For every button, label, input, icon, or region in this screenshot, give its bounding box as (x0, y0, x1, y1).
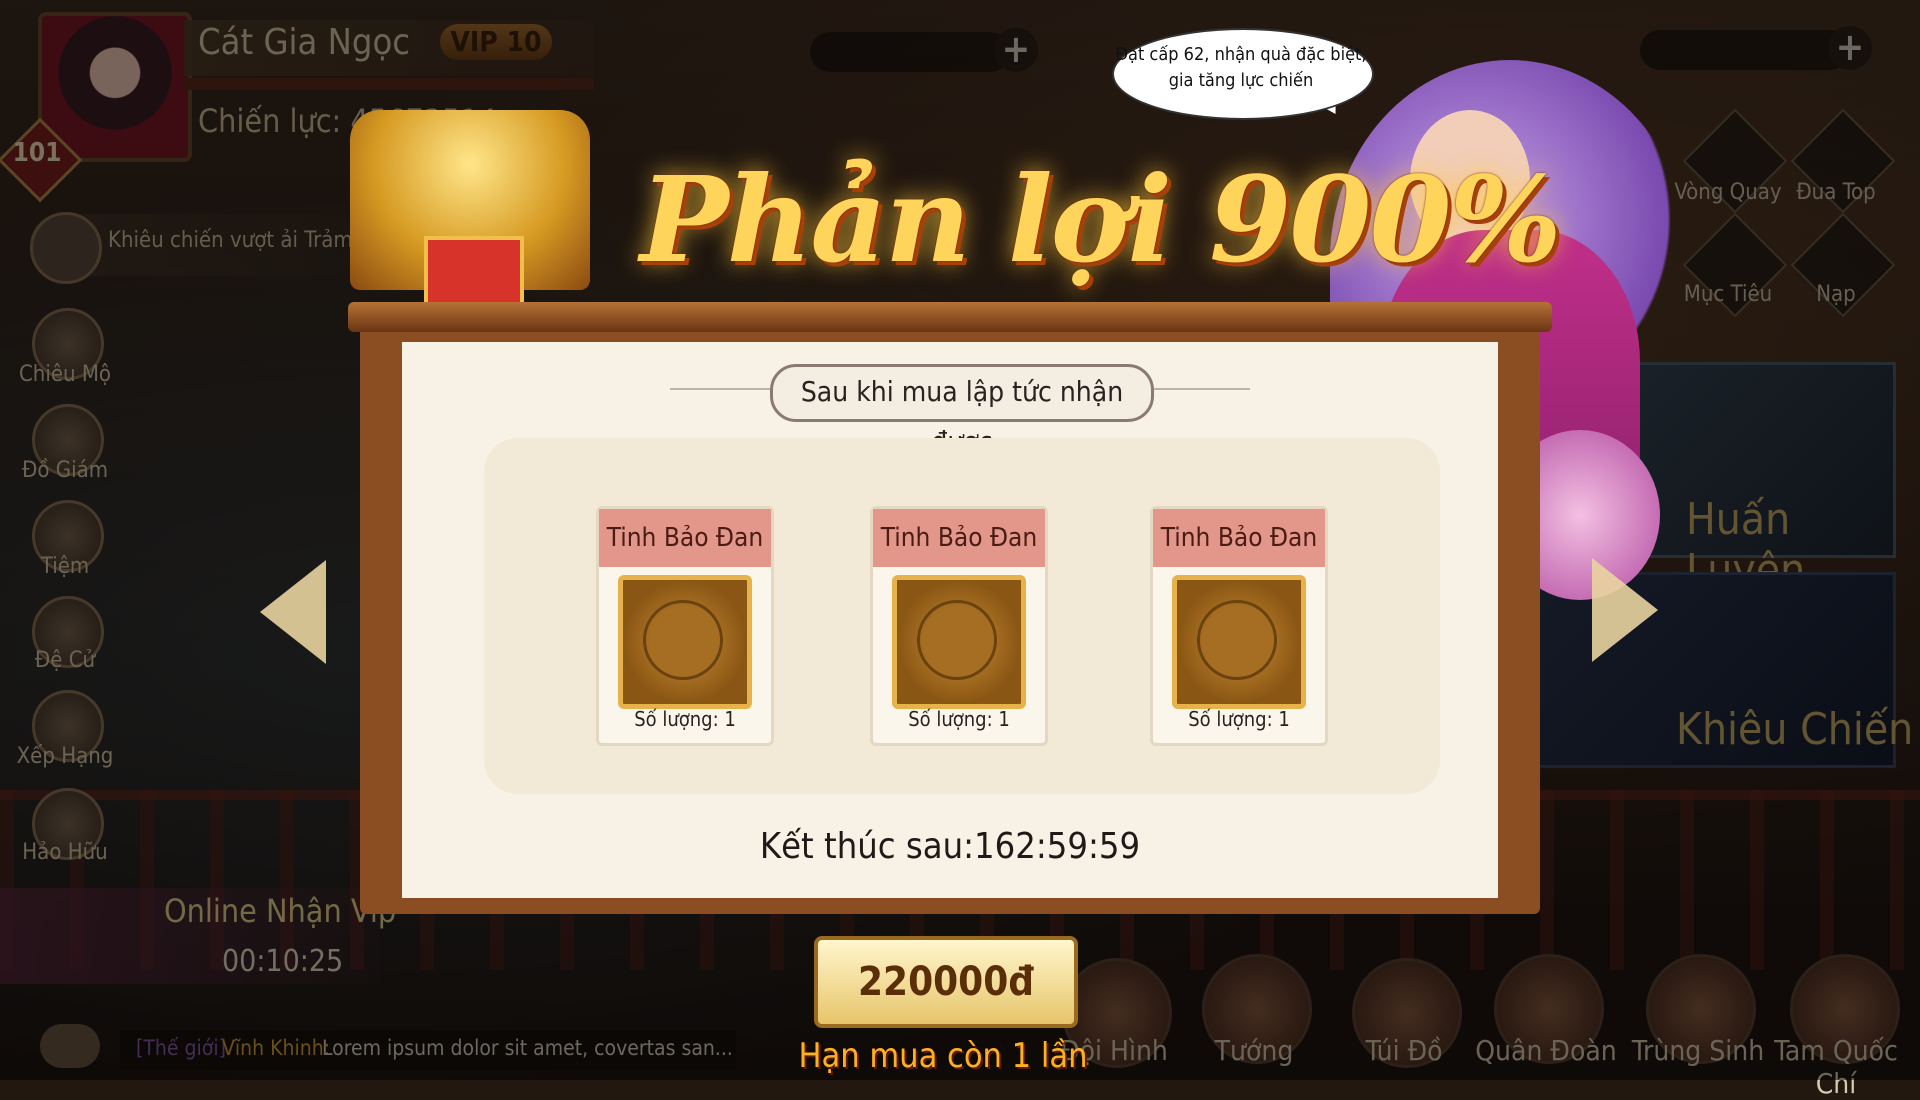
promo-subtitle: Sau khi mua lập tức nhận được (770, 364, 1154, 458)
reward-quantity: Số lượng: 1 (1188, 707, 1290, 731)
reward-name: Tinh Bảo Đan (1153, 509, 1325, 567)
dragon-emblem-icon (917, 600, 997, 680)
reward-item-icon[interactable] (892, 575, 1026, 709)
reward-card[interactable]: Tinh Bảo Đan Số lượng: 1 (870, 506, 1048, 746)
gift-box-icon (424, 236, 524, 312)
dragon-emblem-icon (643, 600, 723, 680)
speech-line-1: Đạt cấp 62, nhận quà đặc biệt, (1115, 44, 1367, 65)
previous-arrow-icon[interactable] (260, 560, 326, 664)
promo-title: Phản lợi 900% (640, 150, 1562, 289)
reward-name: Tinh Bảo Đan (873, 509, 1045, 567)
divider-left (670, 388, 770, 390)
dragon-emblem-icon (1197, 600, 1277, 680)
reward-quantity: Số lượng: 1 (908, 707, 1010, 731)
reward-name: Tinh Bảo Đan (599, 509, 771, 567)
reward-card[interactable]: Tinh Bảo Đan Số lượng: 1 (596, 506, 774, 746)
promo-panel-cap (348, 302, 1552, 332)
reward-quantity: Số lượng: 1 (634, 707, 736, 731)
speech-bubble-text: Đạt cấp 62, nhận quà đặc biệt, gia tăng … (1112, 42, 1370, 94)
reward-item-icon[interactable] (618, 575, 752, 709)
next-arrow-icon[interactable] (1592, 558, 1658, 662)
reward-item-icon[interactable] (1172, 575, 1306, 709)
reward-card[interactable]: Tinh Bảo Đan Số lượng: 1 (1150, 506, 1328, 746)
buy-button[interactable]: 220000đ (814, 936, 1078, 1028)
speech-line-2: gia tăng lực chiến (1168, 70, 1314, 91)
promo-timer: Kết thúc sau:162:59:59 (759, 826, 1141, 867)
purchase-limit: Hạn mua còn 1 lần (798, 1036, 1088, 1076)
divider-right (1150, 388, 1250, 390)
